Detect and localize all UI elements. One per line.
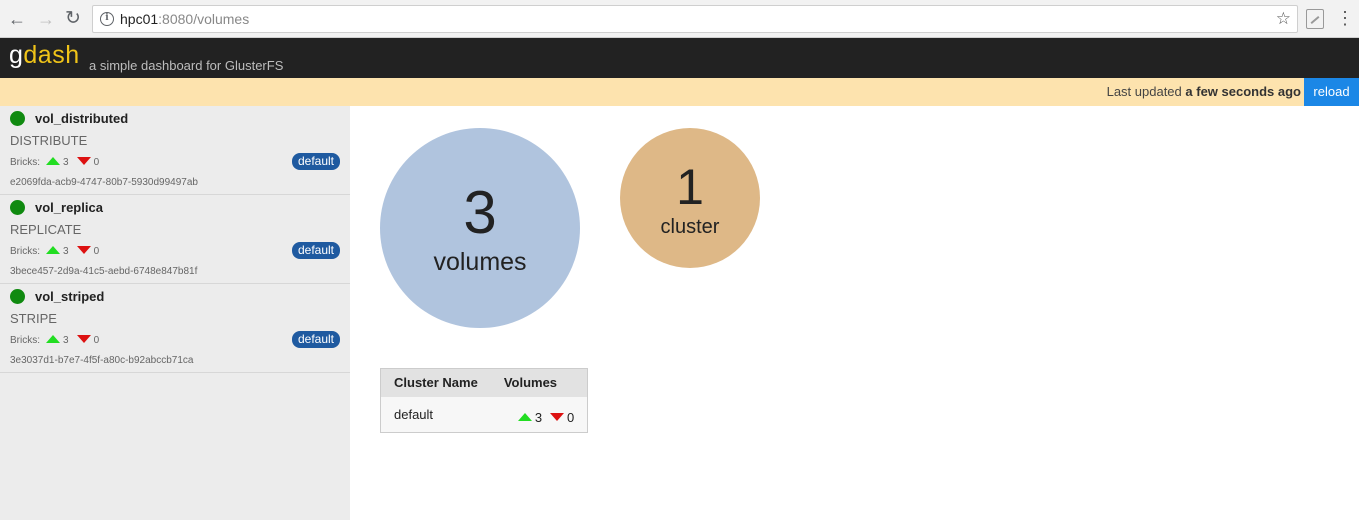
- bricks-status: Bricks: 3 0: [10, 246, 99, 257]
- table-header-row: Cluster Name Volumes: [380, 368, 588, 397]
- bricks-up-count: 3: [63, 246, 69, 257]
- table-row[interactable]: default 30: [380, 396, 588, 433]
- volumes-down-count: 0: [567, 409, 575, 425]
- volume-type: DISTRIBUTE: [10, 133, 88, 148]
- bricks-up-count: 3: [63, 157, 69, 168]
- volume-type: REPLICATE: [10, 222, 82, 237]
- volume-type: STRIPE: [10, 311, 57, 326]
- cluster-table: Cluster Name Volumes default 30: [380, 368, 589, 433]
- last-updated-prefix: Last updated: [1106, 84, 1182, 99]
- bricks-down-count: 0: [93, 335, 100, 346]
- logo-dash: dash: [23, 41, 80, 69]
- volumes-label: volumes: [433, 248, 527, 276]
- bricks-down-count: 0: [93, 157, 100, 168]
- cluster-badge: default: [291, 153, 340, 170]
- info-icon[interactable]: i: [100, 12, 114, 26]
- volume-item[interactable]: vol_striped STRIPE Bricks: 3 0 default 3e3…: [0, 284, 350, 373]
- volume-list: vol_distributed DISTRIBUTE Bricks: 3 0 def…: [0, 106, 350, 520]
- volume-id: 3bece457-2d9a-41c5-aebd-6748e847b81f: [10, 266, 198, 277]
- gdash-logo[interactable]: gdash: [9, 41, 80, 70]
- last-updated: Last updated a few seconds ago: [1107, 84, 1301, 99]
- volume-name: vol_striped: [35, 289, 105, 304]
- column-header-volumes: Volumes: [490, 368, 588, 397]
- bricks-down-count: 0: [93, 246, 100, 257]
- status-ok-icon: [10, 111, 25, 126]
- volumes-up-count: 3: [534, 409, 543, 425]
- logo-g: g: [9, 41, 24, 69]
- url-text[interactable]: hpc01:8080/volumes: [120, 11, 249, 27]
- arrow-down-icon: [550, 413, 565, 422]
- cluster-volumes-cell: 30: [490, 396, 588, 433]
- bricks-label: Bricks:: [10, 335, 40, 346]
- arrow-down-icon: [76, 335, 91, 344]
- tagline: a simple dashboard for GlusterFS: [89, 58, 284, 73]
- browser-toolbar: ← → ↻ i hpc01:8080/volumes ☆ ⋮: [0, 0, 1359, 38]
- volumes-count: 3: [463, 179, 497, 246]
- address-bar[interactable]: i hpc01:8080/volumes ☆: [92, 5, 1298, 33]
- cluster-label: cluster: [660, 216, 720, 238]
- back-arrow-icon[interactable]: ←: [5, 7, 29, 31]
- status-strip: Last updated a few seconds ago reload: [0, 78, 1359, 106]
- browser-reload-icon[interactable]: ↻: [61, 7, 85, 31]
- bricks-label: Bricks:: [10, 246, 40, 257]
- status-ok-icon: [10, 200, 25, 215]
- volume-id: e2069fda-acb9-4747-80b7-5930d99497ab: [10, 177, 198, 188]
- url-host: hpc01: [120, 11, 159, 27]
- cluster-count: 1: [676, 159, 704, 215]
- bricks-label: Bricks:: [10, 157, 40, 168]
- arrow-up-icon: [46, 335, 60, 344]
- cluster-badge: default: [291, 331, 340, 348]
- cluster-count-circle: 1 cluster: [620, 128, 760, 268]
- volume-name: vol_replica: [35, 200, 103, 215]
- arrow-down-icon: [76, 246, 91, 255]
- volume-item[interactable]: vol_replica REPLICATE Bricks: 3 0 default …: [0, 195, 350, 284]
- bricks-status: Bricks: 3 0: [10, 335, 99, 346]
- browser-menu-icon[interactable]: ⋮: [1336, 8, 1354, 28]
- volume-id: 3e3037d1-b7e7-4f5f-a80c-b92abccb71ca: [10, 355, 194, 366]
- app-header: gdash a simple dashboard for GlusterFS: [0, 38, 1359, 78]
- reload-button[interactable]: reload: [1304, 78, 1359, 106]
- cluster-badge: default: [291, 242, 340, 259]
- volume-name: vol_distributed: [35, 111, 129, 126]
- extension-icon[interactable]: [1306, 9, 1324, 29]
- volumes-count-circle: 3 volumes: [380, 128, 580, 328]
- url-path: :8080/volumes: [158, 11, 250, 27]
- cluster-name-cell: default: [380, 396, 491, 433]
- column-header-cluster-name: Cluster Name: [380, 368, 491, 397]
- status-ok-icon: [10, 289, 25, 304]
- bricks-status: Bricks: 3 0: [10, 157, 99, 168]
- forward-arrow-icon[interactable]: →: [34, 7, 58, 31]
- arrow-up-icon: [46, 246, 60, 255]
- bricks-up-count: 3: [63, 335, 69, 346]
- bookmark-star-icon[interactable]: ☆: [1276, 9, 1291, 29]
- arrow-down-icon: [76, 157, 91, 166]
- last-updated-value: a few seconds ago: [1185, 84, 1301, 99]
- arrow-up-icon: [517, 413, 532, 422]
- volume-item[interactable]: vol_distributed DISTRIBUTE Bricks: 3 0 def…: [0, 106, 350, 195]
- arrow-up-icon: [46, 157, 60, 166]
